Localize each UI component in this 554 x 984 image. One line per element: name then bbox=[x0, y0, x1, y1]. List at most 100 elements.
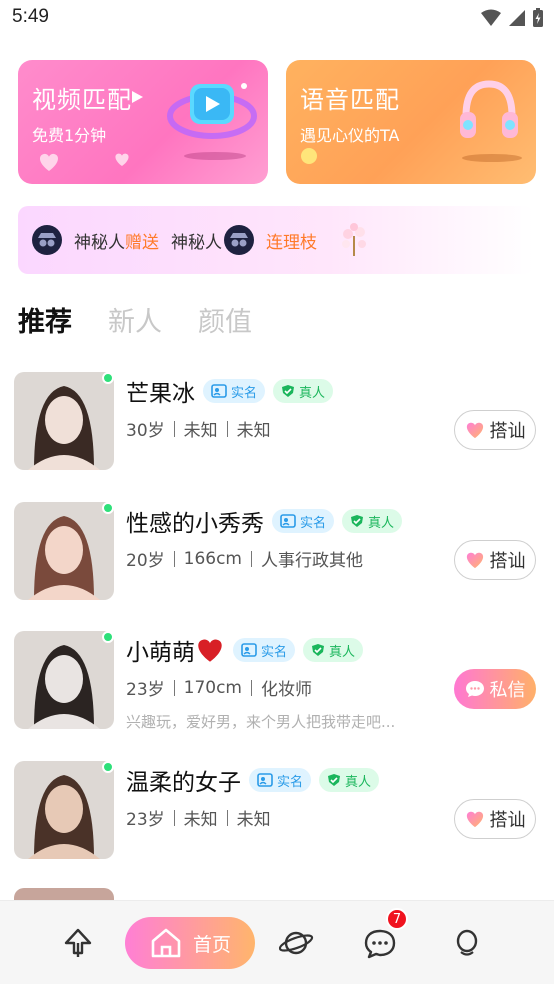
user-age: 23岁 bbox=[126, 680, 165, 700]
real-person-badge: 真人 bbox=[303, 638, 364, 662]
greet-label: 搭讪 bbox=[489, 551, 526, 572]
receiver-avatar bbox=[224, 225, 254, 255]
online-indicator bbox=[102, 502, 114, 514]
divider bbox=[251, 679, 252, 696]
avatar[interactable] bbox=[14, 631, 114, 729]
real-person-badge: 真人 bbox=[319, 768, 380, 792]
user-job: 化妆师 bbox=[261, 680, 312, 700]
list-item[interactable]: 性感的小秀秀 实名 真人 20岁 166cm 人事行政其他 搭讪 bbox=[14, 502, 544, 604]
name-line: 小萌萌 实名 真人 bbox=[126, 633, 364, 667]
tab-newcomers[interactable]: 新人 bbox=[108, 300, 162, 339]
message-count-badge: 7 bbox=[386, 908, 408, 930]
mystery-user-icon bbox=[230, 233, 248, 247]
online-indicator bbox=[102, 372, 114, 384]
id-card-icon bbox=[241, 643, 257, 657]
heart-icon bbox=[466, 552, 483, 569]
gift-marquee[interactable]: 神秘人 赠送 神秘人 连理枝 bbox=[18, 206, 534, 274]
id-card-icon bbox=[257, 773, 273, 787]
divider bbox=[226, 420, 228, 437]
real-name-label: 实名 bbox=[277, 774, 304, 790]
user-job: 未知 bbox=[236, 810, 271, 830]
bottom-nav: 首页 bbox=[0, 900, 554, 984]
voice-match-subtitle: 遇见心仪的TA bbox=[300, 126, 400, 145]
online-indicator bbox=[102, 631, 114, 643]
verified-shield-icon bbox=[312, 644, 325, 656]
receiver-name: 神秘人 bbox=[171, 232, 222, 253]
message-bubble-icon bbox=[465, 681, 484, 697]
real-name-badge: 实名 bbox=[203, 379, 266, 403]
nav-home[interactable]: 首页 bbox=[125, 917, 255, 969]
user-age: 20岁 bbox=[126, 551, 165, 571]
divider bbox=[173, 679, 175, 696]
gift-name: 连理枝 bbox=[266, 232, 317, 253]
status-time: 5:49 bbox=[12, 6, 49, 27]
private-message-button[interactable]: 私信 bbox=[454, 669, 536, 709]
nav-home-label: 首页 bbox=[192, 933, 231, 956]
sender-avatar bbox=[32, 225, 62, 255]
tree-icon bbox=[64, 928, 92, 957]
list-item[interactable]: 温柔的女子 实名 真人 23岁 未知 未知 搭讪 bbox=[14, 761, 544, 863]
home-icon bbox=[151, 928, 181, 958]
user-bio: 兴趣玩，爱好男，来个男人把我带走吧... bbox=[126, 713, 396, 731]
planet-icon bbox=[278, 931, 314, 955]
real-person-label: 真人 bbox=[329, 644, 356, 660]
video-match-title: 视频匹配 bbox=[32, 86, 132, 114]
user-name: 小萌萌 bbox=[126, 640, 195, 666]
card-shadow bbox=[462, 154, 522, 162]
user-job: 未知 bbox=[236, 421, 271, 441]
nav-square[interactable] bbox=[58, 923, 98, 963]
heart-decoration-icon bbox=[39, 153, 59, 171]
avatar[interactable] bbox=[14, 761, 114, 859]
voice-match-card[interactable]: 语音匹配 遇见心仪的TA bbox=[286, 60, 536, 184]
user-name: 芒果冰 bbox=[126, 381, 195, 407]
avatar-photo bbox=[14, 631, 114, 729]
list-item[interactable]: 芒果冰 实名 真人 30岁 未知 未知 搭讪 bbox=[14, 372, 544, 474]
nav-discover[interactable] bbox=[276, 923, 316, 963]
list-item[interactable]: 小萌萌 实名 真人 23岁 170cm 化妆师兴趣玩，爱好男，来个男人把我带走吧... 私信 bbox=[14, 631, 544, 733]
wifi-icon bbox=[481, 9, 501, 26]
real-person-label: 真人 bbox=[345, 774, 372, 790]
real-name-label: 实名 bbox=[231, 385, 258, 401]
greet-button[interactable]: 搭讪 bbox=[454, 540, 536, 580]
greet-button[interactable]: 搭讪 bbox=[454, 410, 536, 450]
user-meta: 30岁 未知 未知 bbox=[126, 416, 271, 441]
mystery-user-icon bbox=[38, 233, 56, 247]
name-line: 芒果冰 实名 真人 bbox=[126, 374, 334, 408]
video-camera-icon bbox=[167, 83, 257, 139]
greet-button[interactable]: 搭讪 bbox=[454, 799, 536, 839]
battery-icon bbox=[533, 8, 543, 27]
red-heart-icon bbox=[198, 639, 222, 662]
tab-looks[interactable]: 颜值 bbox=[198, 300, 252, 339]
heart-icon bbox=[466, 422, 483, 439]
tab-recommend[interactable]: 推荐 bbox=[18, 300, 72, 339]
verified-shield-icon bbox=[328, 774, 341, 786]
video-match-subtitle: 免费1分钟 bbox=[32, 126, 107, 145]
user-meta: 23岁 170cm 化妆师 bbox=[126, 675, 312, 701]
avatar-photo bbox=[14, 502, 114, 600]
headphones-icon bbox=[460, 80, 518, 138]
user-height: 170cm bbox=[183, 677, 242, 698]
divider bbox=[173, 420, 175, 437]
verified-shield-icon bbox=[282, 385, 295, 397]
heart-icon bbox=[466, 811, 483, 828]
real-person-label: 真人 bbox=[299, 385, 326, 401]
user-name: 性感的小秀秀 bbox=[126, 511, 264, 537]
avatar[interactable] bbox=[14, 502, 114, 600]
greet-label: 搭讪 bbox=[489, 810, 526, 831]
user-age: 30岁 bbox=[126, 421, 165, 441]
user-meta: 23岁 未知 未知 bbox=[126, 805, 271, 830]
avatar[interactable] bbox=[14, 372, 114, 470]
nav-profile[interactable] bbox=[447, 923, 487, 963]
heart-decoration-small-icon bbox=[115, 153, 129, 167]
sender-name: 神秘人 bbox=[74, 232, 125, 253]
real-person-badge: 真人 bbox=[273, 379, 334, 403]
real-name-badge: 实名 bbox=[272, 509, 335, 533]
user-height: 166cm bbox=[183, 548, 242, 569]
video-match-card[interactable]: 视频匹配 免费1分钟 bbox=[18, 60, 268, 184]
divider bbox=[251, 550, 252, 567]
real-name-label: 实名 bbox=[300, 515, 327, 531]
id-card-icon bbox=[280, 514, 296, 528]
verified-shield-icon bbox=[351, 515, 364, 527]
chat-bubble-icon bbox=[364, 929, 396, 959]
status-icons bbox=[480, 8, 544, 28]
